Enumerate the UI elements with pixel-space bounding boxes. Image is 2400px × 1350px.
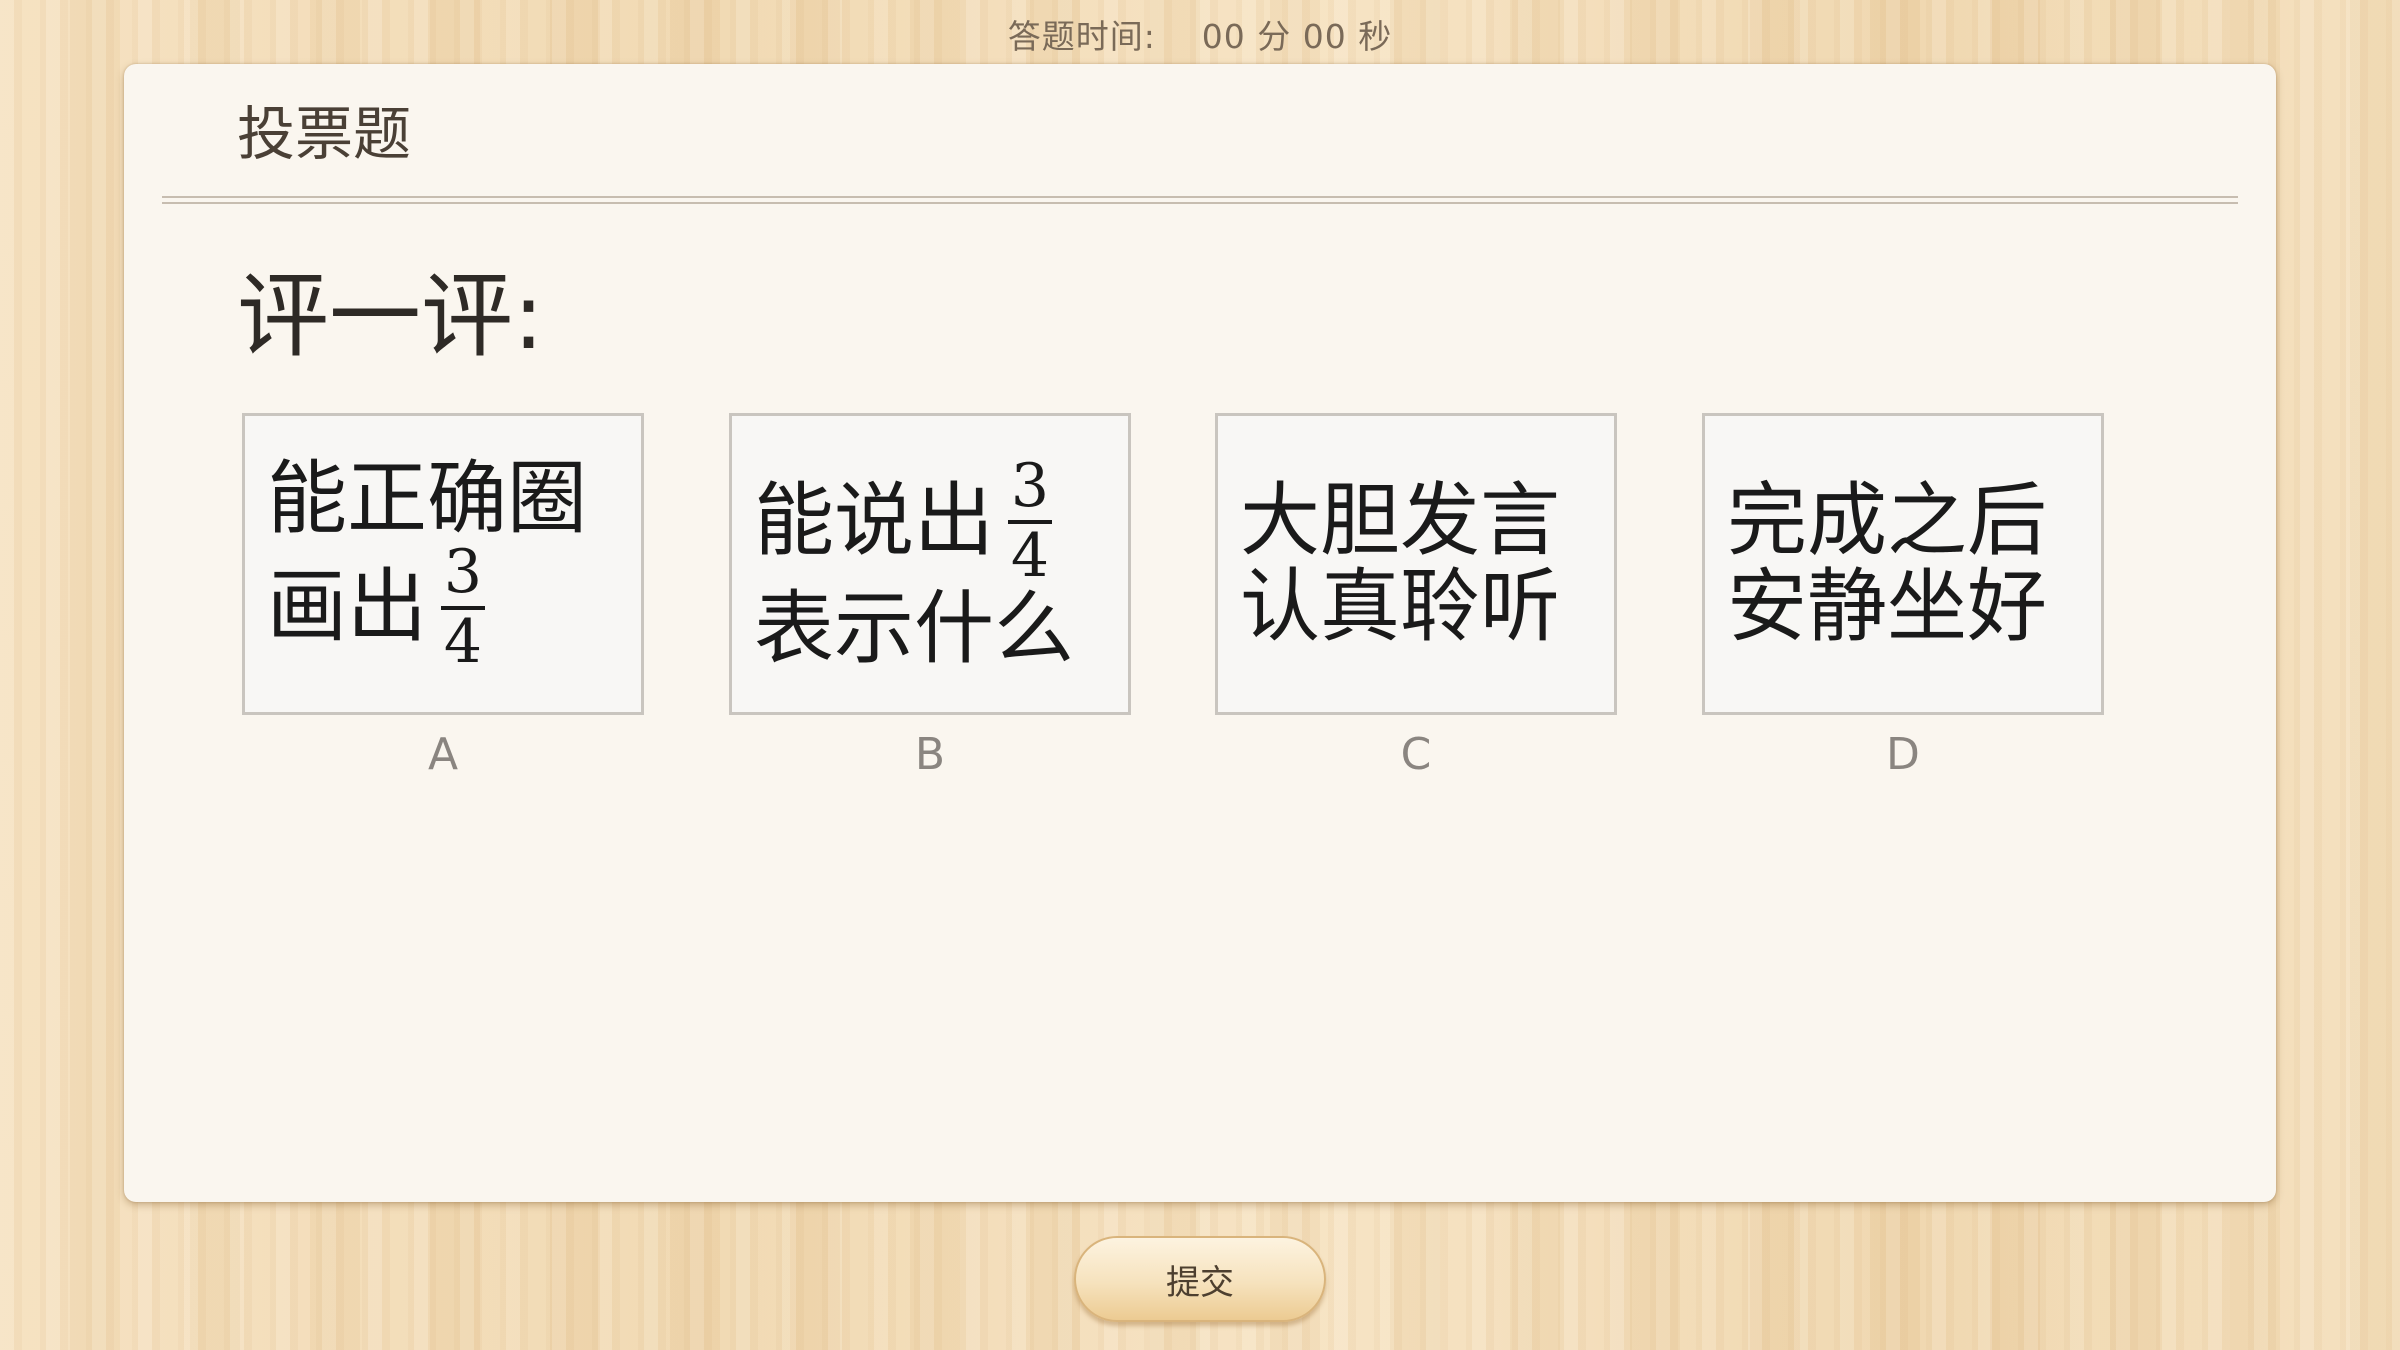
option-a-line1-text: 能正确圈 (267, 451, 587, 545)
timer-label: 答题时间: (1007, 17, 1156, 56)
option-a-fraction: 3 4 (441, 542, 485, 672)
option-b-letter: B (914, 729, 946, 780)
option-b-line2-text: 表示什么 (754, 581, 1074, 675)
answer-timer: 答题时间: 00 分 00 秒 (0, 10, 2400, 58)
fraction-numerator: 3 (443, 537, 483, 608)
option-b-line1: 能说出 3 4 (732, 456, 1052, 586)
option-d-line1: 完成之后 (1705, 473, 2047, 567)
option-b-line2: 表示什么 (732, 581, 1074, 675)
question-text: 评一评: (237, 263, 544, 370)
option-a[interactable]: 能正确圈 画出 3 4 A (242, 413, 644, 780)
fraction-denominator: 4 (443, 607, 483, 678)
option-d[interactable]: 完成之后 安静坐好 D (1702, 413, 2104, 780)
option-a-line1: 能正确圈 (245, 451, 587, 545)
option-b[interactable]: 能说出 3 4 表示什么 B (729, 413, 1131, 780)
option-d-line2: 安静坐好 (1705, 560, 2047, 653)
timer-minutes-unit: 分 (1257, 17, 1292, 56)
timer-seconds: 00 (1302, 17, 1347, 56)
question-type-title: 投票题 (237, 100, 412, 168)
option-b-fraction: 3 4 (1008, 456, 1052, 586)
option-c-letter: C (1400, 729, 1432, 780)
option-c-line2: 认真聆听 (1218, 560, 1560, 653)
option-d-card[interactable]: 完成之后 安静坐好 (1702, 413, 2104, 715)
option-c-line1-text: 大胆发言 (1240, 473, 1560, 567)
option-b-line1-text: 能说出 (754, 473, 994, 567)
fraction-numerator: 3 (1010, 450, 1050, 521)
option-d-line2-text: 安静坐好 (1727, 560, 2047, 653)
title-divider (162, 196, 2238, 204)
option-d-line1-text: 完成之后 (1727, 473, 2047, 567)
fraction-denominator: 4 (1010, 520, 1050, 591)
option-c-card[interactable]: 大胆发言 认真聆听 (1215, 413, 1617, 715)
option-a-line2-text: 画出 (267, 559, 427, 653)
timer-seconds-unit: 秒 (1358, 17, 1393, 56)
timer-spacer (1167, 17, 1190, 56)
option-a-line2: 画出 3 4 (245, 542, 485, 672)
timer-minutes: 00 (1201, 17, 1246, 56)
option-c-line2-text: 认真聆听 (1240, 560, 1560, 653)
submit-button[interactable]: 提交 (1074, 1236, 1326, 1322)
option-a-card[interactable]: 能正确圈 画出 3 4 (242, 413, 644, 715)
option-d-letter: D (1886, 729, 1920, 780)
option-c-line1: 大胆发言 (1218, 473, 1560, 567)
option-c[interactable]: 大胆发言 认真聆听 C (1215, 413, 1617, 780)
option-b-card[interactable]: 能说出 3 4 表示什么 (729, 413, 1131, 715)
option-a-letter: A (427, 729, 459, 780)
question-card: 投票题 评一评: 能正确圈 画出 3 4 A 能说出 3 4 表示什么 B 大胆… (124, 64, 2276, 1202)
